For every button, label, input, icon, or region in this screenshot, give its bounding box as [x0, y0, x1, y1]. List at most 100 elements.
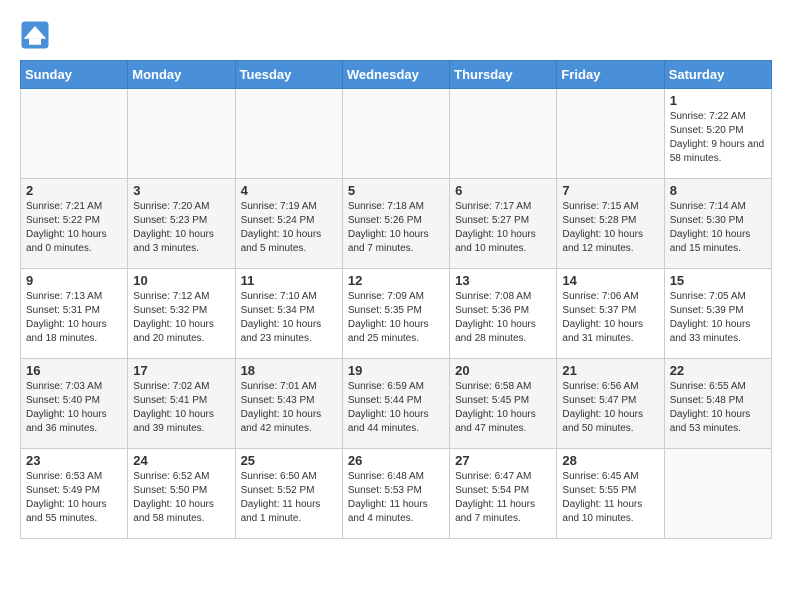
day-number: 4 — [241, 183, 337, 198]
day-number: 28 — [562, 453, 658, 468]
day-info: Sunrise: 7:19 AM Sunset: 5:24 PM Dayligh… — [241, 200, 337, 256]
calendar-cell: 21Sunrise: 6:56 AM Sunset: 5:47 PM Dayli… — [557, 359, 664, 449]
day-number: 1 — [670, 93, 766, 108]
calendar-cell — [450, 89, 557, 179]
header-row: SundayMondayTuesdayWednesdayThursdayFrid… — [21, 61, 772, 89]
day-number: 12 — [348, 273, 444, 288]
day-info: Sunrise: 6:52 AM Sunset: 5:50 PM Dayligh… — [133, 470, 229, 526]
calendar-cell: 15 Sunrise: 7:05 AM Sunset: 5:39 PM Dayli… — [664, 269, 771, 359]
calendar-cell: 19 Sunrise: 6:59 AM Sunset: 5:44 PM Dayli… — [342, 359, 449, 449]
calendar-cell — [235, 89, 342, 179]
day-info: Sunrise: 7:15 AM Sunset: 5:28 PM Dayligh… — [562, 200, 658, 256]
calendar-cell — [557, 89, 664, 179]
day-info: Sunrise: 7:09 AM Sunset: 5:35 PM Dayligh… — [348, 290, 444, 346]
day-number: 17 — [133, 363, 229, 378]
day-info: Sunrise: 6:47 AM Sunset: 5:54 PM Dayligh… — [455, 470, 551, 526]
logo-icon — [20, 20, 50, 50]
calendar-body: 1 Sunrise: 7:22 AM Sunset: 5:20 PM Daylig… — [21, 89, 772, 539]
calendar-week-row: 2Sunrise: 7:21 AM Sunset: 5:22 PM Daylig… — [21, 179, 772, 269]
day-number: 3 — [133, 183, 229, 198]
day-number: 6 — [455, 183, 551, 198]
calendar-cell: 14Sunrise: 7:06 AM Sunset: 5:37 PM Dayli… — [557, 269, 664, 359]
calendar-cell: 11 Sunrise: 7:10 AM Sunset: 5:34 PM Dayli… — [235, 269, 342, 359]
calendar-cell: 7Sunrise: 7:15 AM Sunset: 5:28 PM Daylig… — [557, 179, 664, 269]
calendar-week-row: 16 Sunrise: 7:03 AM Sunset: 5:40 PM Dayli… — [21, 359, 772, 449]
day-number: 9 — [26, 273, 122, 288]
calendar-cell: 24 Sunrise: 6:52 AM Sunset: 5:50 PM Dayli… — [128, 449, 235, 539]
day-number: 11 — [241, 273, 337, 288]
weekday-header: Monday — [128, 61, 235, 89]
calendar-cell: 10 Sunrise: 7:12 AM Sunset: 5:32 PM Dayli… — [128, 269, 235, 359]
weekday-header: Thursday — [450, 61, 557, 89]
day-number: 13 — [455, 273, 551, 288]
calendar-cell: 28 Sunrise: 6:45 AM Sunset: 5:55 PM Dayli… — [557, 449, 664, 539]
day-info: Sunrise: 7:13 AM Sunset: 5:31 PM Dayligh… — [26, 290, 122, 346]
day-info: Sunrise: 6:56 AM Sunset: 5:47 PM Dayligh… — [562, 380, 658, 436]
day-number: 16 — [26, 363, 122, 378]
day-info: Sunrise: 7:08 AM Sunset: 5:36 PM Dayligh… — [455, 290, 551, 346]
weekday-header: Saturday — [664, 61, 771, 89]
day-info: Sunrise: 6:59 AM Sunset: 5:44 PM Dayligh… — [348, 380, 444, 436]
day-number: 15 — [670, 273, 766, 288]
calendar-cell: 3 Sunrise: 7:20 AM Sunset: 5:23 PM Daylig… — [128, 179, 235, 269]
weekday-header: Sunday — [21, 61, 128, 89]
calendar-cell — [342, 89, 449, 179]
calendar-cell — [664, 449, 771, 539]
day-number: 25 — [241, 453, 337, 468]
day-info: Sunrise: 7:03 AM Sunset: 5:40 PM Dayligh… — [26, 380, 122, 436]
calendar-cell — [21, 89, 128, 179]
calendar-cell: 4 Sunrise: 7:19 AM Sunset: 5:24 PM Daylig… — [235, 179, 342, 269]
day-info: Sunrise: 6:48 AM Sunset: 5:53 PM Dayligh… — [348, 470, 444, 526]
day-number: 27 — [455, 453, 551, 468]
day-number: 10 — [133, 273, 229, 288]
day-info: Sunrise: 7:02 AM Sunset: 5:41 PM Dayligh… — [133, 380, 229, 436]
day-number: 23 — [26, 453, 122, 468]
calendar-week-row: 1 Sunrise: 7:22 AM Sunset: 5:20 PM Daylig… — [21, 89, 772, 179]
calendar-cell: 20Sunrise: 6:58 AM Sunset: 5:45 PM Dayli… — [450, 359, 557, 449]
calendar-cell: 12 Sunrise: 7:09 AM Sunset: 5:35 PM Dayli… — [342, 269, 449, 359]
logo — [20, 20, 54, 50]
day-number: 24 — [133, 453, 229, 468]
calendar-cell: 2Sunrise: 7:21 AM Sunset: 5:22 PM Daylig… — [21, 179, 128, 269]
calendar-cell: 9 Sunrise: 7:13 AM Sunset: 5:31 PM Daylig… — [21, 269, 128, 359]
day-number: 5 — [348, 183, 444, 198]
calendar-cell: 5 Sunrise: 7:18 AM Sunset: 5:26 PM Daylig… — [342, 179, 449, 269]
day-info: Sunrise: 6:50 AM Sunset: 5:52 PM Dayligh… — [241, 470, 337, 526]
calendar-week-row: 23 Sunrise: 6:53 AM Sunset: 5:49 PM Dayli… — [21, 449, 772, 539]
calendar-week-row: 9 Sunrise: 7:13 AM Sunset: 5:31 PM Daylig… — [21, 269, 772, 359]
day-info: Sunrise: 7:20 AM Sunset: 5:23 PM Dayligh… — [133, 200, 229, 256]
day-info: Sunrise: 7:12 AM Sunset: 5:32 PM Dayligh… — [133, 290, 229, 346]
day-info: Sunrise: 7:10 AM Sunset: 5:34 PM Dayligh… — [241, 290, 337, 346]
day-number: 22 — [670, 363, 766, 378]
calendar-cell: 18 Sunrise: 7:01 AM Sunset: 5:43 PM Dayli… — [235, 359, 342, 449]
calendar-cell: 27 Sunrise: 6:47 AM Sunset: 5:54 PM Dayli… — [450, 449, 557, 539]
day-info: Sunrise: 7:17 AM Sunset: 5:27 PM Dayligh… — [455, 200, 551, 256]
day-info: Sunrise: 7:05 AM Sunset: 5:39 PM Dayligh… — [670, 290, 766, 346]
day-info: Sunrise: 7:18 AM Sunset: 5:26 PM Dayligh… — [348, 200, 444, 256]
calendar-cell: 22 Sunrise: 6:55 AM Sunset: 5:48 PM Dayli… — [664, 359, 771, 449]
calendar-cell: 13 Sunrise: 7:08 AM Sunset: 5:36 PM Dayli… — [450, 269, 557, 359]
weekday-header: Wednesday — [342, 61, 449, 89]
weekday-header: Tuesday — [235, 61, 342, 89]
day-number: 19 — [348, 363, 444, 378]
day-info: Sunrise: 7:22 AM Sunset: 5:20 PM Dayligh… — [670, 110, 766, 166]
day-number: 18 — [241, 363, 337, 378]
day-info: Sunrise: 6:45 AM Sunset: 5:55 PM Dayligh… — [562, 470, 658, 526]
calendar-cell: 6 Sunrise: 7:17 AM Sunset: 5:27 PM Daylig… — [450, 179, 557, 269]
calendar-cell: 17 Sunrise: 7:02 AM Sunset: 5:41 PM Dayli… — [128, 359, 235, 449]
weekday-header: Friday — [557, 61, 664, 89]
day-info: Sunrise: 6:58 AM Sunset: 5:45 PM Dayligh… — [455, 380, 551, 436]
day-info: Sunrise: 7:01 AM Sunset: 5:43 PM Dayligh… — [241, 380, 337, 436]
day-info: Sunrise: 6:53 AM Sunset: 5:49 PM Dayligh… — [26, 470, 122, 526]
day-info: Sunrise: 7:14 AM Sunset: 5:30 PM Dayligh… — [670, 200, 766, 256]
calendar-cell: 1 Sunrise: 7:22 AM Sunset: 5:20 PM Daylig… — [664, 89, 771, 179]
calendar-cell: 8 Sunrise: 7:14 AM Sunset: 5:30 PM Daylig… — [664, 179, 771, 269]
day-number: 8 — [670, 183, 766, 198]
day-info: Sunrise: 6:55 AM Sunset: 5:48 PM Dayligh… — [670, 380, 766, 436]
calendar-header: SundayMondayTuesdayWednesdayThursdayFrid… — [21, 61, 772, 89]
calendar-table: SundayMondayTuesdayWednesdayThursdayFrid… — [20, 60, 772, 539]
day-number: 2 — [26, 183, 122, 198]
calendar-cell: 25 Sunrise: 6:50 AM Sunset: 5:52 PM Dayli… — [235, 449, 342, 539]
calendar-cell: 16 Sunrise: 7:03 AM Sunset: 5:40 PM Dayli… — [21, 359, 128, 449]
calendar-cell: 26Sunrise: 6:48 AM Sunset: 5:53 PM Dayli… — [342, 449, 449, 539]
